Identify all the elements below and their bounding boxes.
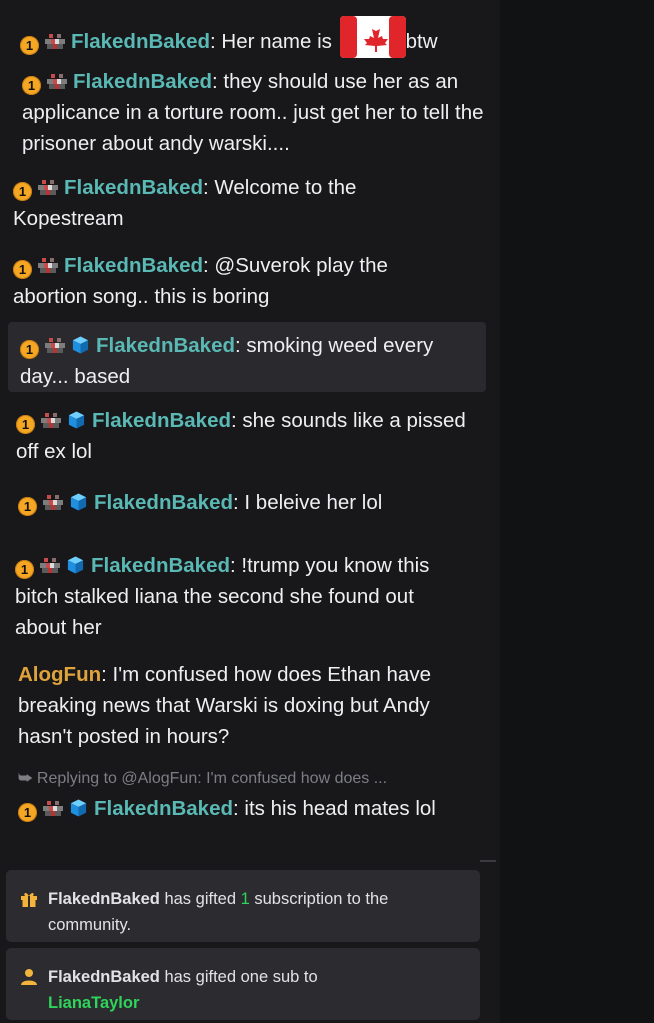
- reply-arrow-icon: ⮩: [18, 770, 33, 787]
- username[interactable]: FlakednBaked: [64, 176, 203, 199]
- chat-message: AlogFun: I'm confused how does Ethan hav…: [18, 663, 431, 748]
- sub-badge-icon[interactable]: 1: [20, 36, 39, 55]
- sub-badge-icon[interactable]: 1: [22, 76, 41, 95]
- chat-message: 1 FlakednBaked: Welcome to the Kopestream: [13, 176, 357, 230]
- pixel-badge-icon[interactable]: [43, 493, 63, 511]
- pixel-badge-icon[interactable]: [45, 32, 65, 50]
- username[interactable]: FlakednBaked: [64, 254, 203, 277]
- message-text: Her name is: [221, 30, 338, 53]
- chat-message: 1 FlakednBaked: she sounds like a pissed …: [16, 409, 466, 463]
- sub-badge-icon[interactable]: 1: [18, 803, 37, 822]
- pixel-badge-icon[interactable]: [40, 556, 60, 574]
- canada-flag-icon: [339, 16, 406, 58]
- gift-notice: FlakednBaked has gifted one sub to Liana…: [6, 948, 480, 1020]
- divider: [480, 860, 496, 862]
- username[interactable]: FlakednBaked: [92, 409, 231, 432]
- username[interactable]: FlakednBaked: [71, 30, 210, 53]
- message-text: I beleive her lol: [244, 491, 383, 514]
- sub-badge-icon[interactable]: 1: [13, 182, 32, 201]
- cube-badge-icon[interactable]: [67, 410, 86, 430]
- sub-badge-icon[interactable]: 1: [13, 260, 32, 279]
- chat-message-highlighted: 1 FlakednBaked: smoking weed every day...…: [8, 322, 486, 392]
- username[interactable]: FlakednBaked: [91, 554, 230, 577]
- sub-badge-icon[interactable]: 1: [16, 415, 35, 434]
- gifter-name[interactable]: FlakednBaked: [48, 890, 160, 908]
- reply-indicator[interactable]: ⮩ Replying to @AlogFun: I'm confused how …: [18, 770, 387, 788]
- chat-message: 1 FlakednBaked: @Suverok play the abortio…: [13, 254, 388, 308]
- chat-panel: 1 FlakednBaked: Her name is btw 1 FlakednB…: [0, 0, 500, 1023]
- pixel-badge-icon[interactable]: [47, 72, 67, 90]
- cube-badge-icon[interactable]: [69, 798, 88, 818]
- chat-message: 1 FlakednBaked: they should use her as an…: [22, 70, 484, 155]
- gift-icon: [21, 892, 37, 907]
- sub-badge-icon[interactable]: 1: [18, 497, 37, 516]
- cube-badge-icon[interactable]: [71, 335, 90, 355]
- pixel-badge-icon[interactable]: [38, 256, 58, 274]
- pixel-badge-icon[interactable]: [43, 799, 63, 817]
- chat-message: 1 FlakednBaked: I beleive her lol: [18, 487, 488, 518]
- chat-message: 1 FlakednBaked: its his head mates lol: [18, 793, 488, 824]
- username[interactable]: FlakednBaked: [94, 491, 233, 514]
- recipient-name[interactable]: LianaTaylor: [48, 994, 139, 1012]
- reply-text: Replying to @AlogFun: I'm confused how d…: [36, 770, 388, 787]
- cube-badge-icon[interactable]: [69, 492, 88, 512]
- chat-message: 1 FlakednBaked: !trump you know this bitc…: [15, 554, 430, 639]
- gifter-name[interactable]: FlakednBaked: [48, 968, 160, 986]
- gift-count: 1: [240, 890, 250, 908]
- pixel-badge-icon[interactable]: [38, 178, 58, 196]
- username[interactable]: FlakednBaked: [96, 334, 235, 357]
- sub-badge-icon[interactable]: 1: [20, 340, 39, 359]
- person-icon: [21, 969, 37, 985]
- pixel-badge-icon[interactable]: [41, 411, 61, 429]
- username[interactable]: FlakednBaked: [94, 797, 233, 820]
- pixel-badge-icon[interactable]: [45, 336, 65, 354]
- sub-badge-icon[interactable]: 1: [15, 560, 34, 579]
- username[interactable]: FlakednBaked: [73, 70, 212, 93]
- cube-badge-icon[interactable]: [66, 555, 85, 575]
- username[interactable]: AlogFun: [18, 663, 101, 686]
- gift-notice: FlakednBaked has gifted 1 subscription t…: [6, 870, 480, 942]
- chat-message: 1 FlakednBaked: Her name is btw: [20, 12, 490, 62]
- message-text: its his head mates lol: [244, 797, 436, 820]
